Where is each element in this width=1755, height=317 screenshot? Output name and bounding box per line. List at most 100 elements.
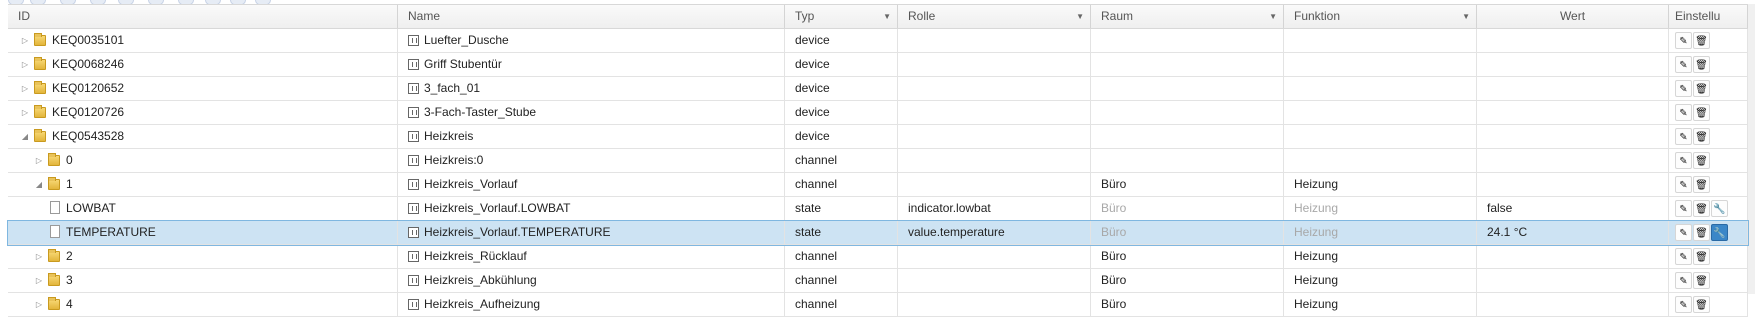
row-name: Heizkreis — [424, 129, 474, 143]
table-row[interactable]: ▷ 0 Heizkreis:0 channel ✎ 🗑 — [8, 149, 1748, 173]
chevron-down-icon[interactable]: ▼ — [1462, 5, 1470, 28]
delete-icon[interactable]: 🗑 — [1693, 56, 1710, 73]
table-row[interactable]: ◢ KEQ0543528 Heizkreis device ✎ 🗑 — [8, 125, 1748, 149]
cell-id: ▷ 3 — [8, 269, 398, 292]
table-row[interactable]: ▷ 3 Heizkreis_Abkühlung channel Büro Heizung ✎… — [8, 269, 1748, 293]
edit-icon[interactable]: ✎ — [1675, 32, 1692, 49]
row-id: 0 — [66, 153, 73, 167]
edit-icon[interactable]: ✎ — [1675, 80, 1692, 97]
column-header-funktion[interactable]: Funktion ▼ — [1284, 5, 1477, 28]
cell-name: Heizkreis:0 — [398, 149, 785, 172]
row-typ: device — [795, 33, 830, 47]
table-row[interactable]: ▷ KEQ0120726 3-Fach-Taster_Stube device ✎ 🗑 — [8, 101, 1748, 125]
table-row[interactable]: ▷ KEQ0120652 3_fach_01 device ✎ 🗑 — [8, 77, 1748, 101]
tree-expanded-icon[interactable]: ◢ — [34, 173, 44, 196]
tree-expanded-icon[interactable]: ◢ — [20, 125, 30, 148]
edit-icon[interactable]: ✎ — [1675, 128, 1692, 145]
column-header-id-label: ID — [18, 9, 30, 23]
chevron-down-icon[interactable]: ▼ — [883, 5, 891, 28]
row-funktion: Heizung — [1294, 177, 1339, 191]
column-header-raum-label: Raum — [1101, 9, 1134, 23]
cell-id: ▷ KEQ0068246 — [8, 53, 398, 76]
column-header-wert[interactable]: Wert — [1477, 5, 1669, 28]
column-header-rolle[interactable]: Rolle ▼ — [898, 5, 1091, 28]
cell-rolle — [898, 77, 1091, 100]
delete-icon[interactable]: 🗑 — [1693, 128, 1710, 145]
tree-collapse-icon[interactable]: ▷ — [20, 29, 30, 52]
cell-name: Luefter_Dusche — [398, 29, 785, 52]
cell-funktion: Heizung — [1284, 293, 1477, 316]
edit-icon[interactable]: ✎ — [1675, 104, 1692, 121]
folder-icon — [34, 33, 46, 46]
row-funktion: Heizung — [1294, 273, 1339, 287]
column-header-funktion-label: Funktion — [1294, 9, 1341, 23]
delete-icon[interactable]: 🗑 — [1693, 272, 1710, 289]
tree-collapse-icon[interactable]: ▷ — [20, 53, 30, 76]
settings-wrench-icon[interactable]: 🔧 — [1711, 200, 1728, 217]
row-name: Heizkreis_Aufheizung — [424, 297, 541, 311]
cell-raum: Büro — [1091, 173, 1284, 196]
cell-typ: channel — [785, 269, 898, 292]
table-row[interactable]: ▷ 4 Heizkreis_Aufheizung channel Büro Heizung… — [8, 293, 1748, 317]
column-header-id[interactable]: ID — [8, 5, 398, 28]
edit-icon[interactable]: ✎ — [1675, 152, 1692, 169]
row-name: Griff Stubentür — [424, 57, 502, 71]
cell-name: Heizkreis_Vorlauf.LOWBAT — [398, 197, 785, 220]
column-header-raum[interactable]: Raum ▼ — [1091, 5, 1284, 28]
delete-icon[interactable]: 🗑 — [1693, 104, 1710, 121]
folder-icon — [34, 105, 46, 118]
cell-typ: state — [785, 221, 898, 244]
edit-icon[interactable]: ✎ — [1675, 296, 1692, 313]
row-wert: 24.1 °C — [1487, 225, 1528, 239]
edit-icon[interactable]: ✎ — [1675, 248, 1692, 265]
settings-wrench-icon[interactable]: 🔧 — [1711, 224, 1728, 241]
cell-funktion: Heizung — [1284, 221, 1477, 244]
delete-icon[interactable]: 🗑 — [1693, 152, 1710, 169]
table-row[interactable]: ▷ KEQ0035101 Luefter_Dusche device ✎ 🗑 — [8, 29, 1748, 53]
vertical-scrollbar[interactable] — [1748, 4, 1755, 294]
delete-icon[interactable]: 🗑 — [1693, 224, 1710, 241]
row-id: 1 — [66, 177, 73, 191]
tree-collapse-icon[interactable]: ▷ — [34, 293, 44, 316]
row-raum: Büro — [1101, 177, 1127, 191]
table-row[interactable]: ◢ 1 Heizkreis_Vorlauf channel Büro Heizung ✎ 🗑 — [8, 173, 1748, 197]
tree-collapse-icon[interactable]: ▷ — [20, 77, 30, 100]
edit-icon[interactable]: ✎ — [1675, 200, 1692, 217]
cell-wert — [1477, 29, 1669, 52]
tree-collapse-icon[interactable]: ▷ — [34, 149, 44, 172]
table-row[interactable]: ▷ 2 Heizkreis_Rücklauf channel Büro Heizung ✎ 🗑 — [8, 245, 1748, 269]
table-row[interactable]: TEMPERATURE Heizkreis_Vorlauf.TEMPERATURE… — [7, 220, 1749, 246]
column-header-name[interactable]: Name — [398, 5, 785, 28]
chevron-down-icon[interactable]: ▼ — [1269, 5, 1277, 28]
folder-icon — [48, 249, 60, 262]
delete-icon[interactable]: 🗑 — [1693, 80, 1710, 97]
row-name: 3_fach_01 — [424, 81, 481, 95]
delete-icon[interactable]: 🗑 — [1693, 200, 1710, 217]
row-id: KEQ0035101 — [52, 33, 125, 47]
cell-name: 3_fach_01 — [398, 77, 785, 100]
table-row[interactable]: LOWBAT Heizkreis_Vorlauf.LOWBAT state indic… — [8, 197, 1748, 221]
delete-icon[interactable]: 🗑 — [1693, 248, 1710, 265]
column-header-typ[interactable]: Typ ▼ — [785, 5, 898, 28]
cell-rolle — [898, 293, 1091, 316]
edit-icon[interactable]: ✎ — [1675, 56, 1692, 73]
cell-typ: device — [785, 125, 898, 148]
edit-icon[interactable]: ✎ — [1675, 224, 1692, 241]
edit-icon[interactable]: ✎ — [1675, 176, 1692, 193]
folder-icon — [34, 129, 46, 142]
delete-icon[interactable]: 🗑 — [1693, 176, 1710, 193]
channel-type-icon — [408, 299, 419, 310]
column-header-einstellungen[interactable]: Einstellu — [1669, 5, 1748, 28]
cell-actions: ✎ 🗑 — [1669, 77, 1748, 100]
table-row[interactable]: ▷ KEQ0068246 Griff Stubentür device ✎ 🗑 — [8, 53, 1748, 77]
delete-icon[interactable]: 🗑 — [1693, 296, 1710, 313]
tree-collapse-icon[interactable]: ▷ — [34, 269, 44, 292]
tree-collapse-icon[interactable]: ▷ — [34, 245, 44, 268]
chevron-down-icon[interactable]: ▼ — [1076, 5, 1084, 28]
delete-icon[interactable]: 🗑 — [1693, 32, 1710, 49]
tree-collapse-icon[interactable]: ▷ — [20, 101, 30, 124]
cell-actions: ✎ 🗑 — [1669, 53, 1748, 76]
channel-type-icon — [408, 275, 419, 286]
edit-icon[interactable]: ✎ — [1675, 272, 1692, 289]
cell-funktion — [1284, 53, 1477, 76]
